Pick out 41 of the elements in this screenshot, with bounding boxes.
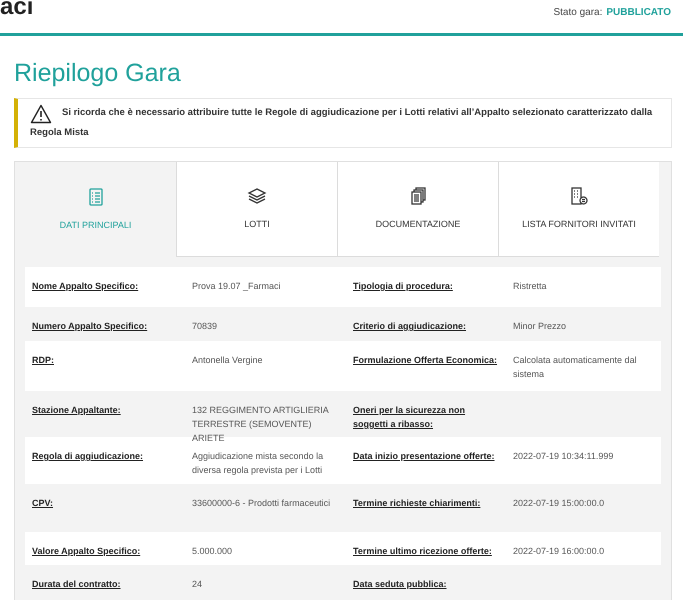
- field-label: Valore Appalto Specifico:: [32, 545, 142, 558]
- warning-icon: [30, 104, 52, 124]
- field-label: Tipologia di procedura:: [353, 280, 454, 293]
- field-label: Termine ultimo ricezione offerte:: [353, 545, 493, 558]
- field-value: 2022-07-19 10:34:11.999: [513, 450, 614, 463]
- field-value: Antonella Vergine: [192, 354, 264, 367]
- status-label: Stato gara:: [553, 6, 602, 20]
- field-value: Minor Prezzo: [513, 320, 568, 333]
- building-icon: [569, 186, 589, 206]
- page-header-title: aci: [0, 0, 34, 18]
- field-label: Data inizio presentazione offerte:: [353, 450, 496, 463]
- field-value: 5.000.000: [192, 545, 234, 558]
- field-label: Oneri per la sicurezza non soggetti a ribasso:: [353, 404, 466, 431]
- layers-icon: [247, 186, 267, 206]
- field-value: Calcolata automaticamente dal sistema: [513, 354, 638, 381]
- field-value: 33600000-6 - Prodotti farmaceutici: [192, 497, 332, 510]
- field-value: 70839: [192, 320, 218, 333]
- field-value: Ristretta: [513, 280, 548, 293]
- field-label: CPV:: [32, 497, 54, 510]
- tab[interactable]: LOTTI: [176, 162, 337, 257]
- tab[interactable]: LISTA FORNITORI INVITATI: [498, 162, 659, 257]
- field-value: Prova 19.07 _Farmaci: [192, 280, 282, 293]
- field-label: Formulazione Offerta Economica:: [353, 354, 498, 367]
- field-label: Regola di aggiudicazione:: [32, 450, 144, 463]
- tab[interactable]: DOCUMENTAZIONE: [337, 162, 498, 257]
- field-value: 132 REGGIMENTO ARTIGLIERIA TERRESTRE (SEMOVENTE) ARIETE: [192, 404, 330, 445]
- field-label: Stazione Appaltante:: [32, 404, 122, 417]
- alert-text: Si ricorda che è necessario attribuire tutte le Regole di aggiudicazione per i Lotti relativi all’Appalto selezionato caratterizzato dalla Regola Mista: [30, 104, 661, 142]
- field-label: Nome Appalto Specifico:: [32, 280, 140, 293]
- field-label: Termine richieste chiarimenti:: [353, 497, 482, 510]
- field-value: Aggiudicazione mista secondo la diversa regola prevista per i Lotti: [192, 450, 324, 477]
- page-title: Riepilogo Gara: [14, 58, 182, 88]
- status-value: PUBBLICATO: [606, 6, 671, 20]
- field-label: RDP:: [32, 354, 55, 367]
- field-value: 2022-07-19 16:00:00.0: [513, 545, 606, 558]
- field-label: Durata del contratto:: [32, 578, 122, 591]
- field-value: 24: [192, 578, 204, 591]
- field-label: Numero Appalto Specifico:: [32, 320, 148, 333]
- field-label: Criterio di aggiudicazione:: [353, 320, 468, 333]
- field-label: Data seduta pubblica:: [353, 578, 448, 591]
- field-value: 2022-07-19 15:00:00.0: [513, 497, 606, 510]
